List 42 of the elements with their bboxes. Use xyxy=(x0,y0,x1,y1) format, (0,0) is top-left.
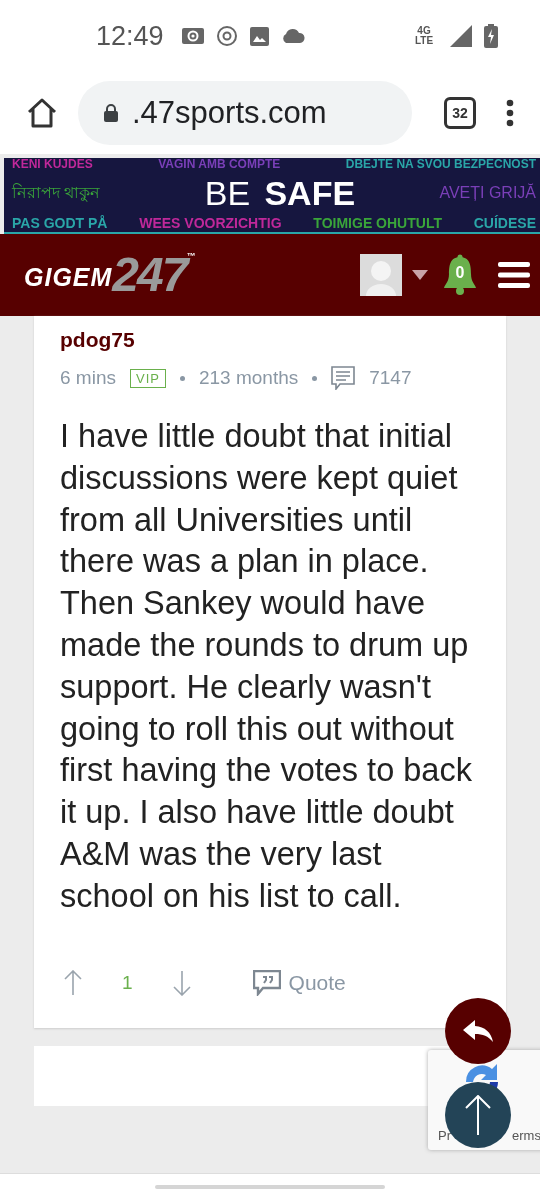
clock: 12:49 xyxy=(96,20,164,52)
address-bar[interactable]: .47sports.com xyxy=(78,81,412,145)
author-name[interactable]: pdog75 xyxy=(60,328,480,352)
banner-text: PAS GODT PÅ xyxy=(12,215,108,231)
radio-icon xyxy=(181,28,204,44)
banner-text: WEES VOORZICHTIG xyxy=(139,215,282,231)
recaptcha-link[interactable]: erms xyxy=(512,1128,540,1143)
message-icon xyxy=(331,366,356,390)
signal-icon xyxy=(450,25,472,47)
banner-text: CUÍDESE xyxy=(473,215,536,231)
member-tenure: 213 months xyxy=(198,367,299,389)
banner-text: VAGIN AMB COMPTE xyxy=(158,158,281,172)
url-text: .47sports.com xyxy=(132,95,327,131)
banner-text: TOIMIGE OHUTULT xyxy=(313,215,442,231)
ad-banner[interactable]: KENI KUJDES VAGIN AMB COMPTE DBEJTE NA SVOU BEZPECNOST নিরাপদ থাকুন BE SAFE AVEȚI GRIJĂ PAS GODT PÅ WEES VOORZICHTIG TOIMIGE OHUTULT CUÍDESE xyxy=(4,158,540,234)
caret-icon[interactable] xyxy=(412,270,428,280)
dot-separator xyxy=(312,375,318,381)
banner-text: KENI KUJDES xyxy=(12,158,93,172)
banner-text: BE xyxy=(204,173,251,213)
network-label: 4G LTE xyxy=(413,26,435,46)
vip-badge: VIP xyxy=(129,368,166,388)
banner-text: SAFE xyxy=(264,173,356,213)
quote-icon xyxy=(252,969,281,996)
banner-text: DBEJTE NA SVOU BEZPECNOST xyxy=(345,158,536,172)
image-icon xyxy=(249,26,269,46)
lock-icon xyxy=(104,104,118,122)
battery-icon xyxy=(484,24,498,48)
banner-text: AVEȚI GRIJĂ xyxy=(439,184,536,203)
tab-count-button[interactable]: 32 xyxy=(444,97,476,129)
banner-text: নিরাপদ থাকুন xyxy=(12,182,101,204)
vote-score: 1 xyxy=(122,971,133,994)
cloud-icon xyxy=(280,29,305,43)
post-body: I have little doubt that initial discussions were kept quiet from all Universities until there was a plan in place. Then Sankey would have made the rounds to drum up support. He clearly wasn't going to roll this out without first having the votes to back it up. I also have little doubt A&M was the very last school on his list to call. xyxy=(60,417,473,916)
recaptcha-link[interactable]: Pr xyxy=(438,1128,451,1143)
more-icon[interactable] xyxy=(506,99,514,127)
reply-icon xyxy=(463,1020,493,1042)
home-icon[interactable] xyxy=(26,98,58,128)
dot-separator xyxy=(179,375,185,381)
post-count: 7147 xyxy=(369,367,412,389)
menu-icon[interactable] xyxy=(498,262,530,288)
arrow-up-icon xyxy=(465,1095,491,1135)
post-time: 6 mins xyxy=(60,367,116,389)
